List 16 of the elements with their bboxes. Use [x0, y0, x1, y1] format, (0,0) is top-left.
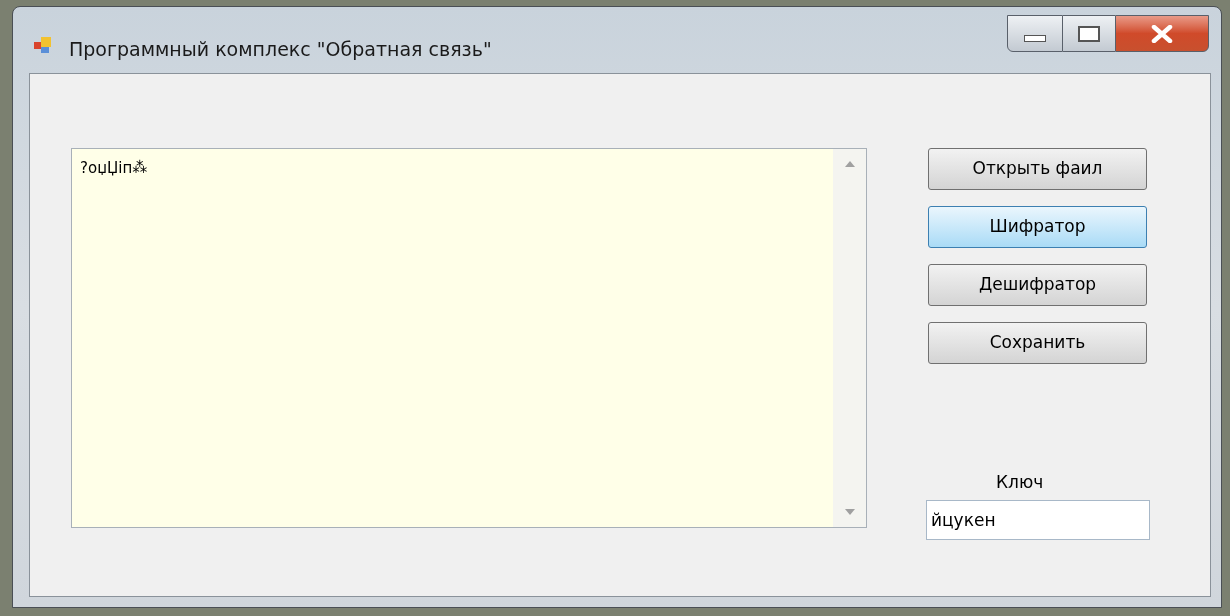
action-button[interactable]: Дешифратор	[928, 264, 1147, 306]
maximize-button[interactable]	[1063, 15, 1115, 52]
close-icon	[1151, 24, 1173, 43]
window-title: Программный комплекс "Обратная связь"	[69, 37, 492, 62]
scroll-down-icon	[844, 509, 855, 515]
scrollbar[interactable]	[833, 149, 866, 527]
key-input[interactable]: йцукен	[926, 499, 1150, 540]
action-button[interactable]: Открыть фаил	[928, 148, 1147, 190]
minimize-button[interactable]	[1007, 15, 1063, 52]
key-label: Ключ	[996, 471, 1045, 494]
text-content: ?oџЏіп⁂	[80, 159, 148, 177]
text-area[interactable]: ?oџЏіп⁂	[71, 148, 867, 528]
scroll-up-icon	[844, 161, 855, 167]
close-button[interactable]	[1115, 15, 1209, 52]
action-button[interactable]: Сохранить	[928, 322, 1147, 364]
action-button[interactable]: Шифратор	[928, 206, 1147, 248]
